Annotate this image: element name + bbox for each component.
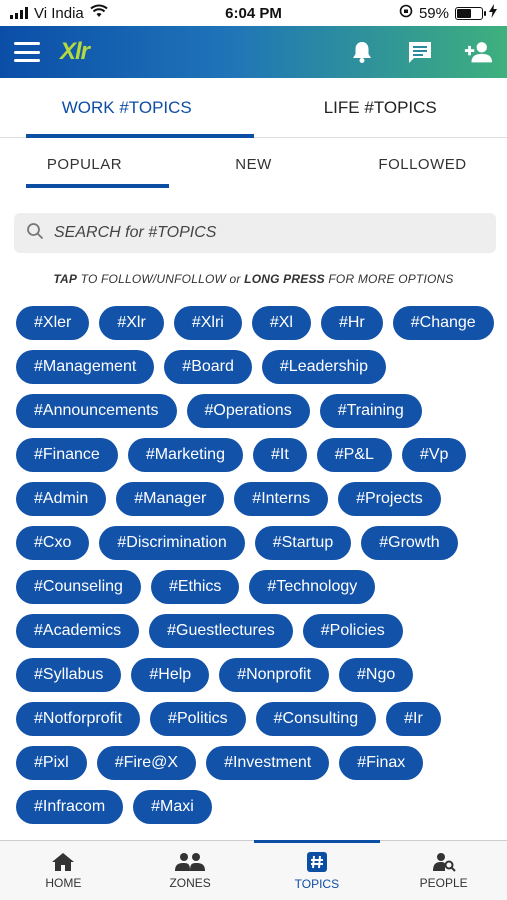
topic-chip[interactable]: #Management <box>16 350 155 384</box>
wifi-icon <box>90 4 108 22</box>
app-header: Xlr <box>0 26 507 78</box>
topic-chip[interactable]: #Vp <box>401 438 467 472</box>
tab-life-topics[interactable]: LIFE #TOPICS <box>254 78 507 137</box>
home-icon <box>52 852 75 871</box>
charging-icon <box>489 4 497 22</box>
topic-chip[interactable]: #Startup <box>254 526 352 560</box>
topic-chip[interactable]: #Fire@X <box>96 746 197 780</box>
battery-icon <box>455 6 486 20</box>
topic-chip[interactable]: #Discrimination <box>99 526 245 560</box>
hint-tap: TAP <box>53 272 78 286</box>
topic-chip[interactable]: #Hr <box>320 306 383 340</box>
nav-zones-label: ZONES <box>169 875 211 890</box>
topic-chip[interactable]: #Leadership <box>261 350 386 384</box>
tab-new[interactable]: NEW <box>169 138 338 190</box>
topic-chip[interactable]: #Announcements <box>16 394 177 428</box>
topic-chip[interactable]: #Technology <box>249 570 376 604</box>
topic-chip[interactable]: #Training <box>319 394 422 428</box>
topic-chip[interactable]: #Xler <box>16 306 90 340</box>
app-logo[interactable]: Xlr <box>60 38 90 66</box>
topic-chip[interactable]: #Syllabus <box>16 658 122 692</box>
nav-zones[interactable]: ZONES <box>127 841 254 900</box>
nav-home[interactable]: HOME <box>0 841 127 900</box>
topic-chip[interactable]: #Maxi <box>133 790 212 824</box>
primary-tabs: WORK #TOPICS LIFE #TOPICS <box>0 78 507 138</box>
hint-long-press: LONG PRESS <box>244 272 325 286</box>
topic-chip[interactable]: #Ngo <box>339 658 414 692</box>
topic-chip[interactable]: #Investment <box>206 746 330 780</box>
chat-icon[interactable] <box>405 37 435 67</box>
topic-chip[interactable]: #Politics <box>150 702 246 736</box>
hashtag-icon <box>306 851 327 872</box>
topic-chip[interactable]: #Xlri <box>173 306 242 340</box>
topic-chip[interactable]: #Finax <box>339 746 424 780</box>
bottom-nav: HOME ZONES TOPICS PEOPLE <box>0 840 507 900</box>
topic-chip[interactable]: #Consulting <box>255 702 377 736</box>
topic-chip[interactable]: #Guestlectures <box>149 614 293 648</box>
nav-topics[interactable]: TOPICS <box>253 840 381 900</box>
secondary-tabs: POPULAR NEW FOLLOWED <box>0 138 507 190</box>
menu-icon[interactable] <box>14 42 40 62</box>
battery-percent: 59% <box>418 4 449 22</box>
topic-chip[interactable]: #Board <box>164 350 252 384</box>
topic-chip[interactable]: #Ir <box>386 702 441 736</box>
hint-end: FOR MORE OPTIONS <box>324 272 454 286</box>
topic-chip[interactable]: #Finance <box>16 438 118 472</box>
signal-icon <box>10 7 28 19</box>
topic-chip[interactable]: #Counseling <box>16 570 141 604</box>
topic-chip[interactable]: #Notforprofit <box>16 702 141 736</box>
topic-chip[interactable]: #Academics <box>16 614 140 648</box>
topic-chip[interactable]: #Infracom <box>16 790 124 824</box>
carrier-label: Vi India <box>34 4 84 22</box>
topic-chip[interactable]: #Interns <box>234 482 329 516</box>
tab-work-topics[interactable]: WORK #TOPICS <box>0 78 254 138</box>
topic-chip[interactable]: #Policies <box>302 614 403 648</box>
status-bar: Vi India 6:04 PM 59% <box>0 0 507 26</box>
topic-chip[interactable]: #Xl <box>251 306 311 340</box>
topic-chip[interactable]: #Projects <box>338 482 441 516</box>
orientation-lock-icon <box>399 4 413 22</box>
topic-chip[interactable]: #Marketing <box>127 438 243 472</box>
search-icon <box>26 222 44 245</box>
group-icon <box>175 852 206 871</box>
search-bar[interactable] <box>14 213 496 253</box>
tab-followed[interactable]: FOLLOWED <box>338 138 507 190</box>
search-input[interactable] <box>54 224 454 242</box>
topic-list: #Xler #Xlr #Xlri #Xl #Hr #Change #Management #B… <box>16 306 496 840</box>
topic-chip[interactable]: #It <box>252 438 307 472</box>
topic-chip[interactable]: #Operations <box>186 394 310 428</box>
nav-people[interactable]: PEOPLE <box>380 841 507 900</box>
nav-topics-label: TOPICS <box>294 876 340 891</box>
topic-chip[interactable]: #Manager <box>116 482 225 516</box>
topic-chip[interactable]: #Nonprofit <box>219 658 330 692</box>
topic-chip[interactable]: #Help <box>131 658 210 692</box>
topic-chip[interactable]: #P&L <box>316 438 392 472</box>
topic-chip[interactable]: #Growth <box>361 526 458 560</box>
add-user-icon[interactable] <box>463 37 493 67</box>
topic-chip[interactable]: #Ethics <box>150 570 240 604</box>
topic-chip[interactable]: #Admin <box>16 482 107 516</box>
nav-people-label: PEOPLE <box>419 875 468 890</box>
topic-chip[interactable]: #Xlr <box>99 306 164 340</box>
hint-text: TAP TO FOLLOW/UNFOLLOW or LONG PRESS FOR… <box>0 272 507 286</box>
people-search-icon <box>432 852 456 872</box>
tab-popular[interactable]: POPULAR <box>0 138 169 190</box>
bell-icon[interactable] <box>347 37 377 67</box>
nav-home-label: HOME <box>45 875 82 890</box>
topic-chip[interactable]: #Pixl <box>16 746 87 780</box>
hint-mid: TO FOLLOW/UNFOLLOW or <box>77 272 245 286</box>
topic-chip[interactable]: #Change <box>392 306 494 340</box>
topic-chip[interactable]: #Cxo <box>16 526 90 560</box>
